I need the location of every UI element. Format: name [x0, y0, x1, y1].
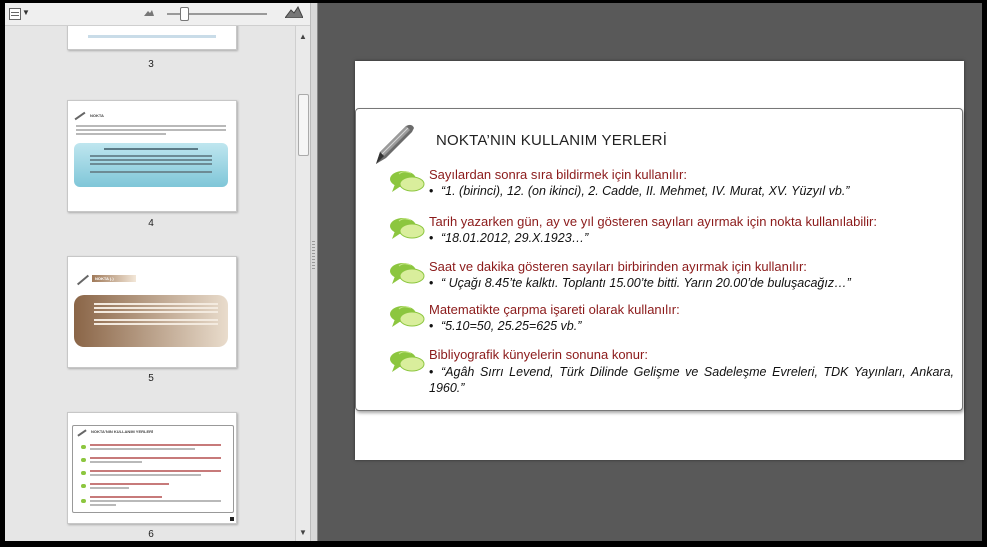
speech-bubbles-icon: [390, 171, 425, 192]
page-number-label: 3: [148, 59, 154, 70]
item-example: • “Agâh Sırrı Levend, Türk Dilinde Gelişm…: [429, 365, 954, 395]
item-example: • “18.01.2012, 29.X.1923…”: [429, 231, 589, 245]
quill-pen-icon: [376, 124, 414, 164]
thumbnail-toolbar: ▼: [5, 3, 310, 26]
item-example: • “5.10=50, 25.25=625 vb.”: [429, 319, 582, 333]
thumbnail-title: NOKTA: [90, 113, 104, 118]
item-heading: Saat ve dakika gösteren sayıları birbiri…: [429, 259, 807, 274]
slide-title: NOKTA’NIN KULLANIM YERLERİ: [436, 132, 668, 149]
item-heading: Matematikte çarpma işareti olarak kullan…: [429, 302, 680, 317]
speech-bubbles-icon: [390, 263, 425, 284]
zoom-out-mountain-icon[interactable]: [144, 9, 154, 16]
thumbnail-title: NOKTA (.): [95, 276, 114, 281]
page-number-label: 5: [148, 373, 154, 384]
page-thumbnail-3[interactable]: [67, 26, 237, 50]
page-thumbnail-4[interactable]: NOKTA: [67, 100, 237, 212]
thumbnail-title: NOKTA'NIN KULLANIM YERLERİ: [91, 429, 154, 434]
splitter-grip-icon[interactable]: [312, 241, 315, 271]
slide-content-box: NOKTA’NIN KULLANIM YERLERİ Sayılardan so…: [355, 108, 963, 411]
item-example: • “ Uçağı 8.45’te kalktı. Toplantı 15.00’…: [429, 276, 851, 290]
item-heading: Bibliyografik künyelerin sonuna konur:: [429, 347, 648, 362]
speech-bubbles-icon: [390, 218, 425, 239]
scroll-down-arrow-icon[interactable]: ▼: [299, 528, 307, 537]
options-menu-icon[interactable]: [9, 8, 21, 20]
chevron-down-icon[interactable]: ▼: [22, 8, 30, 17]
thumbnail-scrollbar[interactable]: ▲ ▼: [295, 26, 310, 541]
item-heading: Tarih yazarken gün, ay ve yıl gösteren s…: [429, 214, 877, 229]
page-number-label: 4: [148, 218, 154, 229]
thumbnail-list: 3 NOKTA 4 NOKTA (.) 5 NOKTA'NIN KULLANIM…: [5, 26, 295, 541]
scrollbar-thumb[interactable]: [298, 94, 309, 156]
scroll-up-arrow-icon[interactable]: ▲: [299, 32, 307, 41]
page-number-label: 6: [148, 529, 154, 540]
speech-bubbles-icon: [390, 306, 425, 327]
page-thumbnail-5[interactable]: NOKTA (.): [67, 256, 237, 368]
item-heading: Sayılardan sonra sıra bildirmek için kul…: [429, 167, 687, 182]
page-thumbnail-6[interactable]: NOKTA'NIN KULLANIM YERLERİ: [67, 412, 237, 524]
pane-splitter[interactable]: [310, 3, 318, 541]
slide-page: NOKTA’NIN KULLANIM YERLERİ Sayılardan so…: [355, 61, 964, 460]
pdf-viewer-window: ▼ 3 NOKTA 4 NOKTA (.) 5 NOKTA'NIN KULLAN…: [5, 3, 982, 541]
zoom-slider-handle[interactable]: [180, 7, 189, 21]
thumbnail-pane: ▼ 3 NOKTA 4 NOKTA (.) 5 NOKTA'NIN KULLAN…: [5, 3, 310, 541]
zoom-in-mountain-icon[interactable]: [285, 6, 303, 18]
speech-bubbles-icon: [390, 351, 425, 372]
item-example: • “1. (birinci), 12. (on ikinci), 2. Cadd…: [429, 184, 850, 198]
